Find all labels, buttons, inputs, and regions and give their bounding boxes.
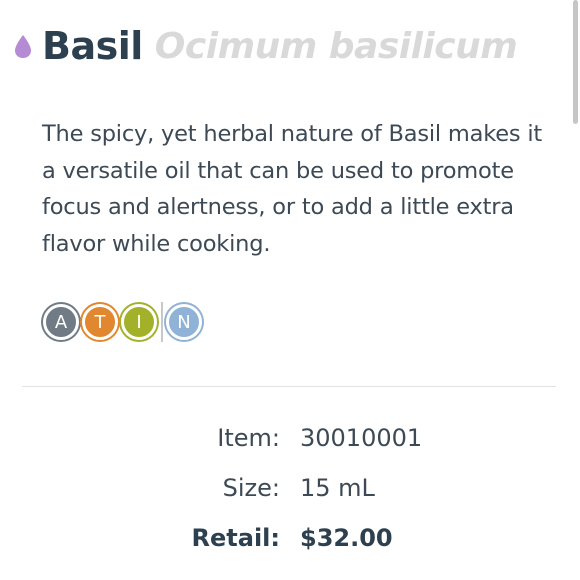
badge-letter: N — [177, 311, 191, 333]
product-title: Basil Ocimum basilicum — [12, 24, 518, 68]
product-details: Item: 30010001 Size: 15 mL Retail: $32.0… — [0, 424, 580, 574]
badge-letter: T — [94, 311, 106, 333]
product-latin-name: Ocimum basilicum — [154, 25, 518, 67]
product-description: The spicy, yet herbal nature of Basil ma… — [42, 121, 543, 257]
badge-separator — [161, 302, 163, 342]
item-label: Item: — [217, 424, 280, 452]
product-name: Basil — [42, 24, 143, 68]
retail-price: $32.00 — [300, 524, 393, 552]
item-value: 30010001 — [300, 424, 423, 452]
size-label: Size: — [222, 474, 280, 502]
retail-row: Retail: $32.00 — [0, 524, 580, 574]
product-detail-page: Basil Ocimum basilicum The spicy, yet he… — [0, 0, 580, 580]
item-row: Item: 30010001 — [0, 424, 580, 474]
scrollbar[interactable] — [573, 0, 578, 124]
aromatic-badge-icon: A — [43, 304, 79, 340]
usage-badges: A T I N — [43, 302, 205, 342]
badge-letter: I — [136, 311, 142, 333]
section-divider — [22, 386, 556, 387]
neat-badge-icon: N — [166, 304, 202, 340]
size-row: Size: 15 mL — [0, 474, 580, 524]
size-value: 15 mL — [300, 474, 375, 502]
topical-badge-icon: T — [82, 304, 118, 340]
internal-badge-icon: I — [121, 304, 157, 340]
badge-letter: A — [54, 311, 68, 333]
retail-label: Retail: — [191, 524, 280, 552]
oil-drop-icon — [12, 33, 34, 59]
